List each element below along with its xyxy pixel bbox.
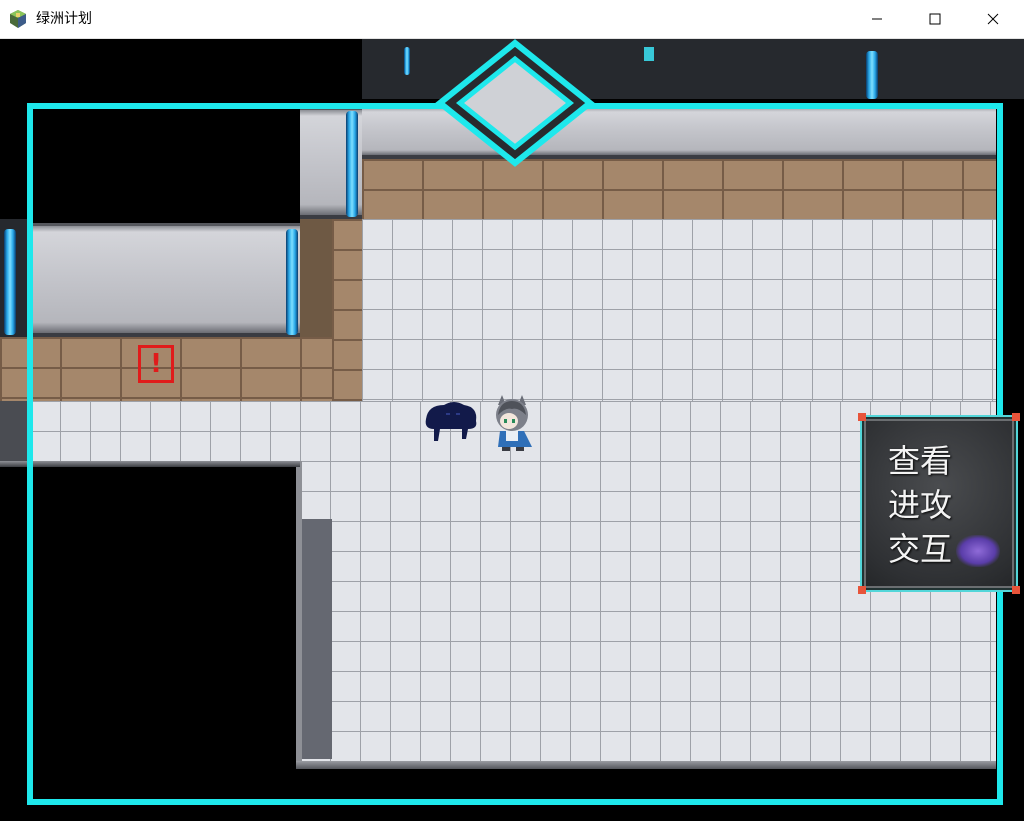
menu-item-inspect[interactable]: 查看	[888, 441, 952, 481]
menu-corner	[858, 413, 866, 421]
wall-pipe	[346, 111, 358, 217]
close-button[interactable]	[964, 0, 1022, 38]
alert-marker[interactable]: !	[138, 345, 174, 383]
menu-item-attack[interactable]: 进攻	[888, 485, 952, 525]
wall-pipe	[404, 47, 410, 75]
ledge	[296, 461, 302, 763]
menu-item-interact[interactable]: 交互	[888, 529, 952, 569]
minimize-button[interactable]	[848, 0, 906, 38]
game-app-icon	[10, 10, 26, 28]
game-viewport[interactable]: ! 查看 进攻 交互	[0, 39, 1024, 821]
alert-marker-label: !	[150, 349, 162, 379]
ledge	[0, 461, 300, 467]
menu-corner	[1012, 586, 1020, 594]
wall-panel	[32, 223, 300, 337]
maximize-button[interactable]	[906, 0, 964, 38]
frame-diamond-ornament	[432, 39, 598, 169]
floor-upper	[362, 219, 996, 403]
wall-pipe	[4, 229, 16, 335]
ceiling-lamp	[644, 47, 654, 61]
selection-highlight	[956, 535, 1000, 567]
shadow-creature[interactable]	[422, 399, 480, 443]
minimize-icon	[871, 10, 883, 29]
wall-pipe	[286, 229, 298, 335]
window-title: 绿洲计划	[36, 11, 92, 27]
close-icon	[987, 10, 999, 29]
wall-base	[332, 219, 362, 401]
command-menu: 查看 进攻 交互	[858, 413, 1020, 594]
maximize-icon	[929, 10, 941, 29]
menu-corner	[1012, 413, 1020, 421]
menu-corner	[858, 586, 866, 594]
title-bar: 绿洲计划	[0, 0, 1024, 39]
wall-pipe	[866, 51, 878, 99]
ledge	[296, 761, 996, 769]
wolf-girl-player[interactable]	[488, 391, 536, 455]
floor-shadow	[300, 519, 332, 759]
corridor-edge	[0, 401, 32, 461]
